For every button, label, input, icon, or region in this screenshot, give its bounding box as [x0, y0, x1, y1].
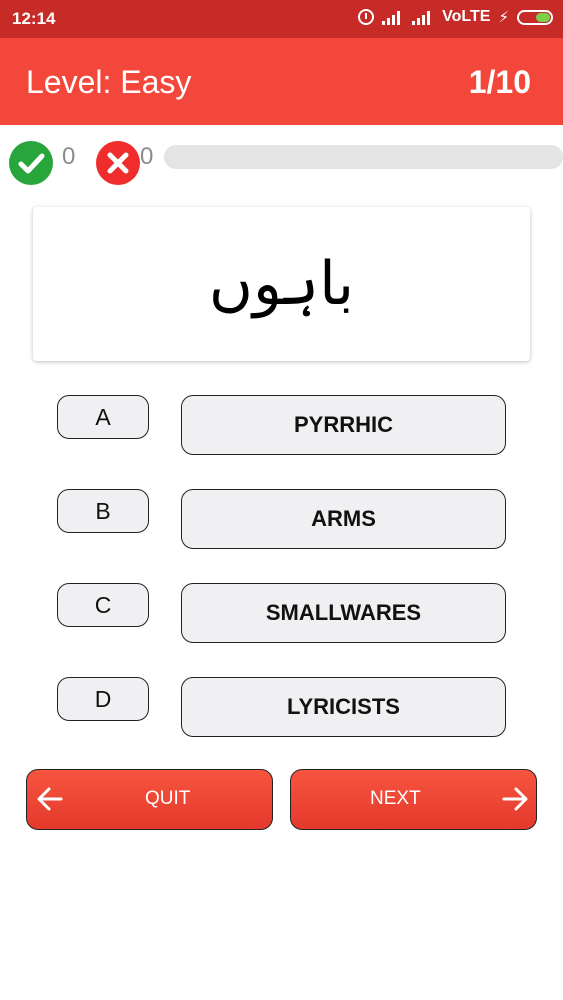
quit-label: QUIT — [145, 788, 191, 809]
option-b-button[interactable]: ARMS — [181, 489, 506, 549]
charging-bolt-icon: ⚡ — [498, 9, 509, 26]
option-b-letter[interactable]: B — [57, 489, 149, 533]
next-button[interactable]: NEXT — [290, 769, 537, 830]
option-a-letter[interactable]: A — [57, 395, 149, 439]
correct-count: 0 — [62, 143, 76, 170]
arrow-right-icon — [500, 779, 530, 828]
signal-icon — [382, 9, 404, 25]
signal-icon — [412, 9, 434, 25]
network-type: VoLTE — [442, 8, 491, 25]
status-icons: VoLTE ⚡ — [358, 8, 553, 26]
option-d-button[interactable]: LYRICISTS — [181, 677, 506, 737]
level-title: Level: Easy — [26, 64, 192, 100]
question-word: باہوں — [208, 249, 355, 319]
wrong-count: 0 — [140, 143, 154, 170]
status-bar: 12:14 VoLTE ⚡ — [0, 0, 563, 38]
battery-icon — [517, 9, 553, 25]
app-bar: Level: Easy 1/10 — [0, 38, 563, 125]
next-label: NEXT — [370, 788, 421, 809]
option-c-letter[interactable]: C — [57, 583, 149, 627]
alarm-icon — [358, 9, 375, 25]
x-circle-icon — [96, 141, 140, 185]
arrow-left-icon — [35, 779, 65, 828]
question-card: باہوں — [33, 207, 530, 361]
question-counter: 1/10 — [468, 64, 531, 100]
progress-bar — [164, 145, 563, 169]
option-a-button[interactable]: PYRRHIC — [181, 395, 506, 455]
status-time: 12:14 — [12, 9, 56, 28]
quit-button[interactable]: QUIT — [26, 769, 273, 830]
check-circle-icon — [9, 141, 53, 185]
option-d-letter[interactable]: D — [57, 677, 149, 721]
option-c-button[interactable]: SMALLWARES — [181, 583, 506, 643]
